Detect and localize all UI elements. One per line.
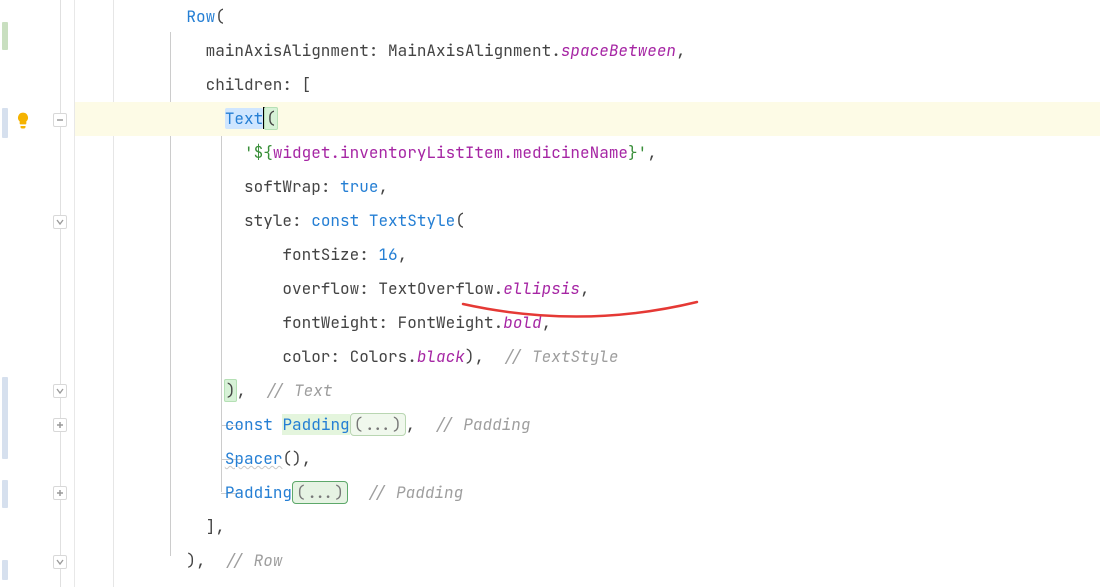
- code-line[interactable]: style: const TextStyle(: [75, 204, 1100, 238]
- vcs-margin: [0, 0, 8, 587]
- fold-margin: [42, 0, 75, 587]
- folded-region-selected[interactable]: (...): [292, 481, 348, 504]
- gutter-icons: [8, 0, 42, 587]
- identifier-padding: Padding: [225, 482, 292, 503]
- code-line[interactable]: mainAxisAlignment: MainAxisAlignment.spa…: [75, 34, 1100, 68]
- fold-plus-icon[interactable]: [53, 486, 67, 500]
- code-line-active[interactable]: Text(: [75, 102, 1100, 136]
- code-line[interactable]: '${widget.inventoryListItem.medicineName…: [75, 136, 1100, 170]
- identifier-text: Text: [225, 108, 263, 129]
- code-line[interactable]: overflow: TextOverflow.ellipsis,: [75, 272, 1100, 306]
- code-line[interactable]: Padding(...) // Padding: [75, 476, 1100, 510]
- code-line[interactable]: fontSize: 16,: [75, 238, 1100, 272]
- code-line[interactable]: const Padding(...), // Padding: [75, 408, 1100, 442]
- identifier-textstyle: TextStyle: [369, 210, 455, 231]
- code-line[interactable]: Spacer(),: [75, 442, 1100, 476]
- identifier-row: Row: [186, 6, 215, 27]
- code-line[interactable]: ],: [75, 510, 1100, 544]
- code-line[interactable]: Row(: [75, 0, 1100, 34]
- fold-minus-icon[interactable]: [53, 113, 67, 127]
- code-line[interactable]: softWrap: true,: [75, 170, 1100, 204]
- fold-plus-icon[interactable]: [53, 418, 67, 432]
- code-line[interactable]: ), // Text: [75, 374, 1100, 408]
- editor-container: Row( mainAxisAlignment: MainAxisAlignmen…: [0, 0, 1100, 587]
- fold-down-icon[interactable]: [53, 384, 67, 398]
- fold-down-icon[interactable]: [53, 215, 67, 229]
- code-line[interactable]: ), // Row: [75, 544, 1100, 578]
- code-line[interactable]: color: Colors.black), // TextStyle: [75, 340, 1100, 374]
- code-line[interactable]: fontWeight: FontWeight.bold,: [75, 306, 1100, 340]
- fold-down-icon[interactable]: [53, 555, 67, 569]
- code-line[interactable]: children: [: [75, 68, 1100, 102]
- identifier-spacer: Spacer: [225, 448, 283, 469]
- editor-gutter: [0, 0, 75, 587]
- lightbulb-icon[interactable]: [13, 111, 35, 133]
- folded-region[interactable]: (...): [350, 413, 406, 436]
- code-area[interactable]: Row( mainAxisAlignment: MainAxisAlignmen…: [75, 0, 1100, 587]
- identifier-padding: Padding: [282, 414, 349, 435]
